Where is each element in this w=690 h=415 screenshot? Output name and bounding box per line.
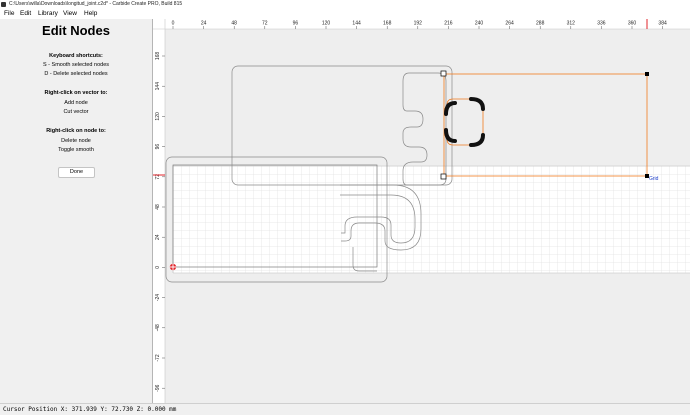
window-title: C:\Users\willa\Downloads\longitud_joint.… [9, 1, 183, 7]
node-action-toggle-smooth: Toggle smooth [58, 147, 94, 153]
corner-node-bottom-right[interactable] [469, 133, 485, 147]
ruler-y-label: -24 [155, 294, 161, 301]
ruler-x-label: 0 [172, 21, 175, 27]
selected-vector-bounds[interactable] [443, 73, 648, 177]
ruler-x-label: 336 [597, 21, 606, 27]
ruler-x-label: 216 [444, 21, 453, 27]
grid-lines [173, 166, 690, 273]
vector-action-cut-vector: Cut vector [63, 109, 89, 115]
shortcut-delete: D - Delete selected nodes [44, 71, 108, 77]
node-handle-top-right[interactable] [645, 72, 649, 76]
corner-node-top-left[interactable] [444, 101, 457, 116]
node-handle-top-left[interactable] [440, 70, 447, 77]
node-handle-bottom-left[interactable] [440, 173, 447, 180]
ruler-y-label: 168 [155, 52, 161, 61]
cursor-position-text: Cursor Position X: 371.939 Y: 72.730 Z: … [3, 406, 177, 413]
done-button[interactable]: Done [58, 167, 95, 178]
ruler-y-label: -96 [155, 384, 161, 391]
menu-file[interactable]: File [4, 9, 14, 19]
vector-action-add-node: Add node [64, 100, 88, 106]
ruler-y-label: 120 [155, 112, 161, 121]
design-canvas[interactable]: 0 24 48 72 96 120 144 168 192 216 240 264 288 312 336 3… [153, 19, 690, 403]
corner-node-top-right[interactable] [469, 97, 485, 111]
ruler-y-label: 96 [155, 144, 161, 150]
ruler-x-label: 72 [262, 21, 268, 27]
selected-vector-path[interactable] [446, 98, 484, 146]
ruler-y-label: -72 [155, 354, 161, 361]
menu-help[interactable]: Help [84, 9, 97, 19]
ruler-x-label: 168 [383, 21, 392, 27]
ruler-y-label: 48 [155, 204, 161, 210]
corner-node-bottom-left[interactable] [444, 128, 457, 143]
ruler-x-label: 120 [322, 21, 331, 27]
status-bar: Cursor Position X: 371.939 Y: 72.730 Z: … [0, 403, 690, 415]
panel-title: Edit Nodes [42, 23, 110, 38]
menu-edit[interactable]: Edit [20, 9, 31, 19]
ruler-x-label: 240 [475, 21, 484, 27]
grid-label: Grid [649, 176, 659, 182]
node-actions-heading: Right-click on node to: [46, 128, 106, 134]
ruler-x-label: 192 [414, 21, 423, 27]
ruler-x-label: 96 [293, 21, 299, 27]
ruler-y-label: -48 [155, 324, 161, 331]
ruler-x-label: 264 [505, 21, 514, 27]
ruler-y-label: 144 [155, 82, 161, 91]
ruler-x-label: 144 [352, 21, 361, 27]
ruler-x-label: 312 [567, 21, 576, 27]
menu-view[interactable]: View [63, 9, 77, 19]
ruler-x-label: 288 [536, 21, 545, 27]
ruler-x-label: 360 [628, 21, 637, 27]
shortcut-smooth: S - Smooth selected nodes [42, 62, 110, 68]
edit-nodes-panel: Edit Nodes Keyboard shortcuts: S - Smoot… [0, 19, 153, 403]
vector-actions-heading: Right-click on vector to: [44, 90, 108, 96]
keyboard-shortcuts-heading: Keyboard shortcuts: [49, 53, 103, 59]
canvas-svg[interactable]: 0 24 48 72 96 120 144 168 192 216 240 264 288 312 336 3… [153, 19, 690, 403]
title-bar: C:\Users\willa\Downloads\longitud_joint.… [0, 0, 690, 9]
ruler-y-label: 0 [155, 266, 161, 269]
vertical-ruler [153, 19, 165, 403]
app-icon [1, 2, 6, 7]
ruler-y-label: 24 [155, 234, 161, 240]
ruler-x-label: 384 [658, 21, 667, 27]
menu-library[interactable]: Library [38, 9, 58, 19]
ruler-x-label: 24 [201, 21, 207, 27]
ruler-x-label: 48 [231, 21, 237, 27]
node-action-delete: Delete node [61, 138, 91, 144]
